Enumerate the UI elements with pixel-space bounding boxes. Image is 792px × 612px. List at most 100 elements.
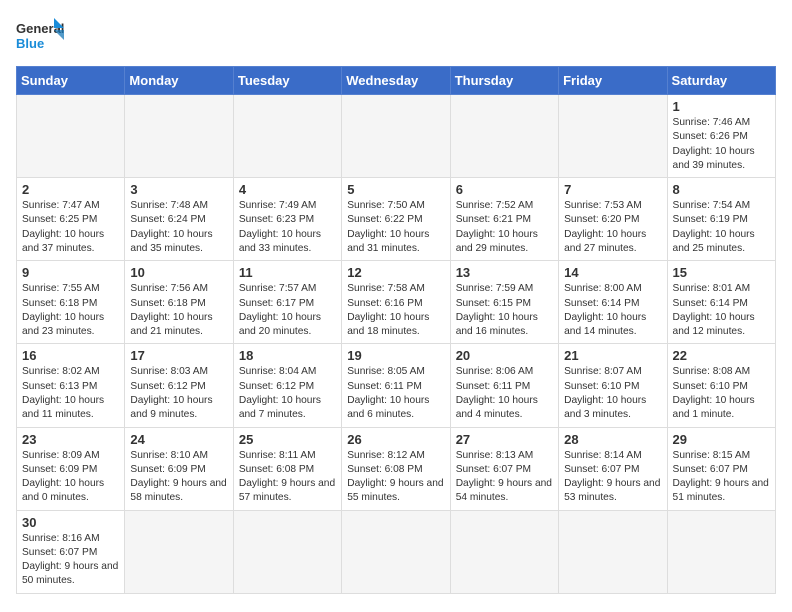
calendar-cell: 1 Sunrise: 7:46 AM Sunset: 6:26 PM Daylig…: [667, 95, 775, 178]
calendar-cell: 22Sunrise: 8:08 AM Sunset: 6:10 PM Dayli…: [667, 344, 775, 427]
calendar-cell: [125, 510, 233, 593]
calendar-table: SundayMondayTuesdayWednesdayThursdayFrid…: [16, 66, 776, 594]
day-header-thursday: Thursday: [450, 67, 558, 95]
calendar-header-row: SundayMondayTuesdayWednesdayThursdayFrid…: [17, 67, 776, 95]
day-info: Sunrise: 7:58 AM Sunset: 6:16 PM Dayligh…: [347, 282, 444, 339]
day-info: Sunrise: 8:16 AM Sunset: 6:07 PM Dayligh…: [22, 532, 119, 589]
day-info: Sunrise: 8:02 AM Sunset: 6:13 PM Dayligh…: [22, 365, 119, 422]
calendar-cell: 8 Sunrise: 7:54 AM Sunset: 6:19 PM Daylig…: [667, 178, 775, 261]
day-number: 6: [456, 182, 553, 197]
day-info: Sunrise: 8:08 AM Sunset: 6:10 PM Dayligh…: [673, 365, 770, 422]
day-info: Sunrise: 8:13 AM Sunset: 6:07 PM Dayligh…: [456, 449, 553, 506]
calendar-week-3: 9 Sunrise: 7:55 AM Sunset: 6:18 PM Daylig…: [17, 261, 776, 344]
day-number: 25: [239, 432, 336, 447]
day-number: 23: [22, 432, 119, 447]
day-number: 21: [564, 348, 661, 363]
calendar-cell: 20Sunrise: 8:06 AM Sunset: 6:11 PM Dayli…: [450, 344, 558, 427]
day-info: Sunrise: 8:11 AM Sunset: 6:08 PM Dayligh…: [239, 449, 336, 506]
day-info: Sunrise: 7:59 AM Sunset: 6:15 PM Dayligh…: [456, 282, 553, 339]
calendar-cell: 18 Sunrise: 8:04 AM Sunset: 6:12 PM Dayli…: [233, 344, 341, 427]
day-number: 30: [22, 515, 119, 530]
day-number: 2: [22, 182, 119, 197]
calendar-week-6: 30 Sunrise: 8:16 AM Sunset: 6:07 PM Dayli…: [17, 510, 776, 593]
day-info: Sunrise: 7:48 AM Sunset: 6:24 PM Dayligh…: [130, 199, 227, 256]
day-number: 14: [564, 265, 661, 280]
calendar-week-1: 1 Sunrise: 7:46 AM Sunset: 6:26 PM Daylig…: [17, 95, 776, 178]
day-info: Sunrise: 7:55 AM Sunset: 6:18 PM Dayligh…: [22, 282, 119, 339]
day-number: 15: [673, 265, 770, 280]
day-info: Sunrise: 7:57 AM Sunset: 6:17 PM Dayligh…: [239, 282, 336, 339]
calendar-week-2: 2 Sunrise: 7:47 AM Sunset: 6:25 PM Daylig…: [17, 178, 776, 261]
calendar-cell: [17, 95, 125, 178]
day-number: 3: [130, 182, 227, 197]
day-info: Sunrise: 7:50 AM Sunset: 6:22 PM Dayligh…: [347, 199, 444, 256]
day-number: 18: [239, 348, 336, 363]
calendar-cell: 16 Sunrise: 8:02 AM Sunset: 6:13 PM Dayli…: [17, 344, 125, 427]
calendar-cell: 28Sunrise: 8:14 AM Sunset: 6:07 PM Dayli…: [559, 427, 667, 510]
day-info: Sunrise: 8:06 AM Sunset: 6:11 PM Dayligh…: [456, 365, 553, 422]
day-number: 27: [456, 432, 553, 447]
day-number: 26: [347, 432, 444, 447]
calendar-cell: 5 Sunrise: 7:50 AM Sunset: 6:22 PM Daylig…: [342, 178, 450, 261]
day-info: Sunrise: 7:56 AM Sunset: 6:18 PM Dayligh…: [130, 282, 227, 339]
calendar-cell: 12 Sunrise: 7:58 AM Sunset: 6:16 PM Dayli…: [342, 261, 450, 344]
calendar-cell: [667, 510, 775, 593]
day-number: 13: [456, 265, 553, 280]
calendar-cell: [342, 95, 450, 178]
logo-svg: GeneralBlue: [16, 16, 66, 56]
calendar-cell: 11Sunrise: 7:57 AM Sunset: 6:17 PM Dayli…: [233, 261, 341, 344]
day-header-saturday: Saturday: [667, 67, 775, 95]
day-number: 10: [130, 265, 227, 280]
calendar-cell: [342, 510, 450, 593]
day-info: Sunrise: 7:54 AM Sunset: 6:19 PM Dayligh…: [673, 199, 770, 256]
day-number: 5: [347, 182, 444, 197]
day-header-tuesday: Tuesday: [233, 67, 341, 95]
day-number: 17: [130, 348, 227, 363]
calendar-cell: 26Sunrise: 8:12 AM Sunset: 6:08 PM Dayli…: [342, 427, 450, 510]
calendar-week-5: 23Sunrise: 8:09 AM Sunset: 6:09 PM Dayli…: [17, 427, 776, 510]
calendar-cell: 25 Sunrise: 8:11 AM Sunset: 6:08 PM Dayli…: [233, 427, 341, 510]
calendar-cell: 13 Sunrise: 7:59 AM Sunset: 6:15 PM Dayli…: [450, 261, 558, 344]
day-info: Sunrise: 8:15 AM Sunset: 6:07 PM Dayligh…: [673, 449, 770, 506]
day-number: 16: [22, 348, 119, 363]
calendar-cell: 4 Sunrise: 7:49 AM Sunset: 6:23 PM Daylig…: [233, 178, 341, 261]
calendar-cell: [233, 510, 341, 593]
day-info: Sunrise: 8:14 AM Sunset: 6:07 PM Dayligh…: [564, 449, 661, 506]
calendar-cell: 17 Sunrise: 8:03 AM Sunset: 6:12 PM Dayli…: [125, 344, 233, 427]
day-info: Sunrise: 8:04 AM Sunset: 6:12 PM Dayligh…: [239, 365, 336, 422]
day-number: 8: [673, 182, 770, 197]
calendar-cell: [450, 95, 558, 178]
day-info: Sunrise: 7:47 AM Sunset: 6:25 PM Dayligh…: [22, 199, 119, 256]
calendar-cell: 15 Sunrise: 8:01 AM Sunset: 6:14 PM Dayli…: [667, 261, 775, 344]
day-info: Sunrise: 8:00 AM Sunset: 6:14 PM Dayligh…: [564, 282, 661, 339]
day-header-friday: Friday: [559, 67, 667, 95]
calendar-cell: [559, 95, 667, 178]
day-number: 29: [673, 432, 770, 447]
day-header-sunday: Sunday: [17, 67, 125, 95]
day-info: Sunrise: 7:46 AM Sunset: 6:26 PM Dayligh…: [673, 116, 770, 173]
day-header-wednesday: Wednesday: [342, 67, 450, 95]
calendar-cell: 9 Sunrise: 7:55 AM Sunset: 6:18 PM Daylig…: [17, 261, 125, 344]
day-header-monday: Monday: [125, 67, 233, 95]
day-info: Sunrise: 7:52 AM Sunset: 6:21 PM Dayligh…: [456, 199, 553, 256]
day-number: 4: [239, 182, 336, 197]
calendar-cell: [559, 510, 667, 593]
calendar-cell: [233, 95, 341, 178]
day-number: 1: [673, 99, 770, 114]
calendar-cell: [450, 510, 558, 593]
day-info: Sunrise: 7:53 AM Sunset: 6:20 PM Dayligh…: [564, 199, 661, 256]
day-info: Sunrise: 7:49 AM Sunset: 6:23 PM Dayligh…: [239, 199, 336, 256]
calendar-cell: 27 Sunrise: 8:13 AM Sunset: 6:07 PM Dayli…: [450, 427, 558, 510]
calendar-cell: 19Sunrise: 8:05 AM Sunset: 6:11 PM Dayli…: [342, 344, 450, 427]
calendar-cell: 30 Sunrise: 8:16 AM Sunset: 6:07 PM Dayli…: [17, 510, 125, 593]
calendar-cell: 10 Sunrise: 7:56 AM Sunset: 6:18 PM Dayli…: [125, 261, 233, 344]
day-info: Sunrise: 8:01 AM Sunset: 6:14 PM Dayligh…: [673, 282, 770, 339]
calendar-cell: 3 Sunrise: 7:48 AM Sunset: 6:24 PM Daylig…: [125, 178, 233, 261]
calendar-cell: 7Sunrise: 7:53 AM Sunset: 6:20 PM Daylig…: [559, 178, 667, 261]
calendar-cell: 21Sunrise: 8:07 AM Sunset: 6:10 PM Dayli…: [559, 344, 667, 427]
day-number: 9: [22, 265, 119, 280]
day-number: 24: [130, 432, 227, 447]
day-number: 12: [347, 265, 444, 280]
calendar-week-4: 16 Sunrise: 8:02 AM Sunset: 6:13 PM Dayli…: [17, 344, 776, 427]
day-info: Sunrise: 8:03 AM Sunset: 6:12 PM Dayligh…: [130, 365, 227, 422]
